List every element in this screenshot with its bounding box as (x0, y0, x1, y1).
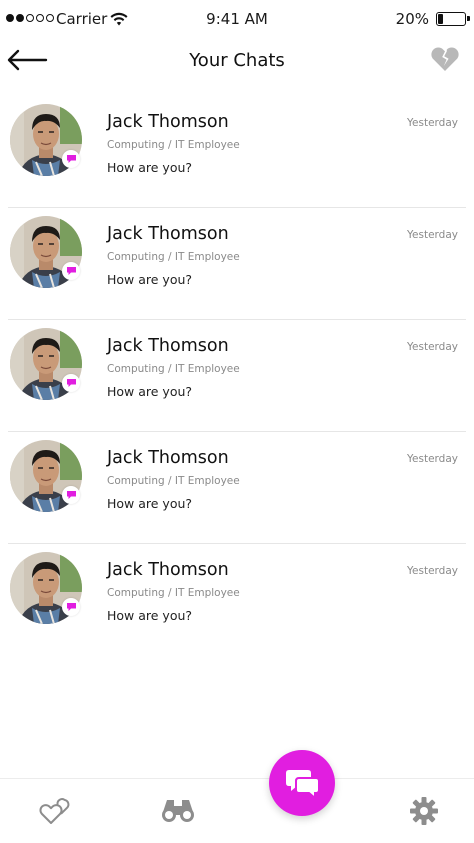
chat-timestamp: Yesterday (407, 341, 458, 353)
chat-list-item[interactable]: Jack Thomson Computing / IT Employee How… (0, 96, 474, 208)
avatar (10, 328, 82, 400)
status-bar: Carrier 9:41 AM 20% (0, 0, 474, 38)
chat-last-message: How are you? (107, 608, 193, 623)
avatar (10, 216, 82, 288)
chat-last-message: How are you? (107, 160, 193, 175)
broken-heart-button[interactable] (430, 43, 460, 73)
hearts-icon (39, 798, 70, 824)
binoculars-icon (162, 800, 194, 822)
avatar (10, 552, 82, 624)
arrow-left-icon (7, 49, 48, 71)
avatar (10, 440, 82, 512)
chat-last-message: How are you? (107, 384, 193, 399)
tab-matches[interactable] (37, 793, 73, 829)
back-button[interactable] (6, 46, 48, 74)
chat-list: Jack Thomson Computing / IT Employee How… (0, 96, 474, 656)
chat-list-item[interactable]: Jack Thomson Computing / IT Employee How… (0, 208, 474, 320)
chat-name: Jack Thomson (107, 560, 229, 580)
chat-timestamp: Yesterday (407, 117, 458, 129)
chat-occupation: Computing / IT Employee (107, 587, 240, 599)
chat-name: Jack Thomson (107, 224, 229, 244)
chat-last-message: How are you? (107, 272, 193, 287)
message-badge-icon (62, 374, 80, 392)
gear-icon (410, 797, 438, 825)
chat-name: Jack Thomson (107, 336, 229, 356)
broken-heart-icon (431, 47, 459, 71)
battery-percentage: 20% (395, 10, 429, 28)
chat-name: Jack Thomson (107, 112, 229, 132)
chat-name: Jack Thomson (107, 448, 229, 468)
message-badge-icon (62, 486, 80, 504)
message-badge-icon (62, 598, 80, 616)
chat-list-item[interactable]: Jack Thomson Computing / IT Employee How… (0, 320, 474, 432)
tab-discover[interactable] (160, 793, 196, 829)
message-badge-icon (62, 262, 80, 280)
tab-settings[interactable] (406, 793, 442, 829)
chat-last-message: How are you? (107, 496, 193, 511)
avatar (10, 104, 82, 176)
chat-occupation: Computing / IT Employee (107, 475, 240, 487)
tab-bar (0, 778, 474, 843)
battery-icon (436, 12, 470, 26)
chat-occupation: Computing / IT Employee (107, 251, 240, 263)
page-title: Your Chats (189, 50, 285, 71)
chat-occupation: Computing / IT Employee (107, 363, 240, 375)
chat-occupation: Computing / IT Employee (107, 139, 240, 151)
chat-timestamp: Yesterday (407, 565, 458, 577)
tab-chats[interactable] (269, 750, 335, 816)
chat-list-item[interactable]: Jack Thomson Computing / IT Employee How… (0, 432, 474, 544)
chat-timestamp: Yesterday (407, 229, 458, 241)
chat-list-item[interactable]: Jack Thomson Computing / IT Employee How… (0, 544, 474, 656)
message-badge-icon (62, 150, 80, 168)
chat-timestamp: Yesterday (407, 453, 458, 465)
chat-bubbles-icon (286, 770, 320, 799)
navigation-bar: Your Chats (0, 38, 474, 84)
